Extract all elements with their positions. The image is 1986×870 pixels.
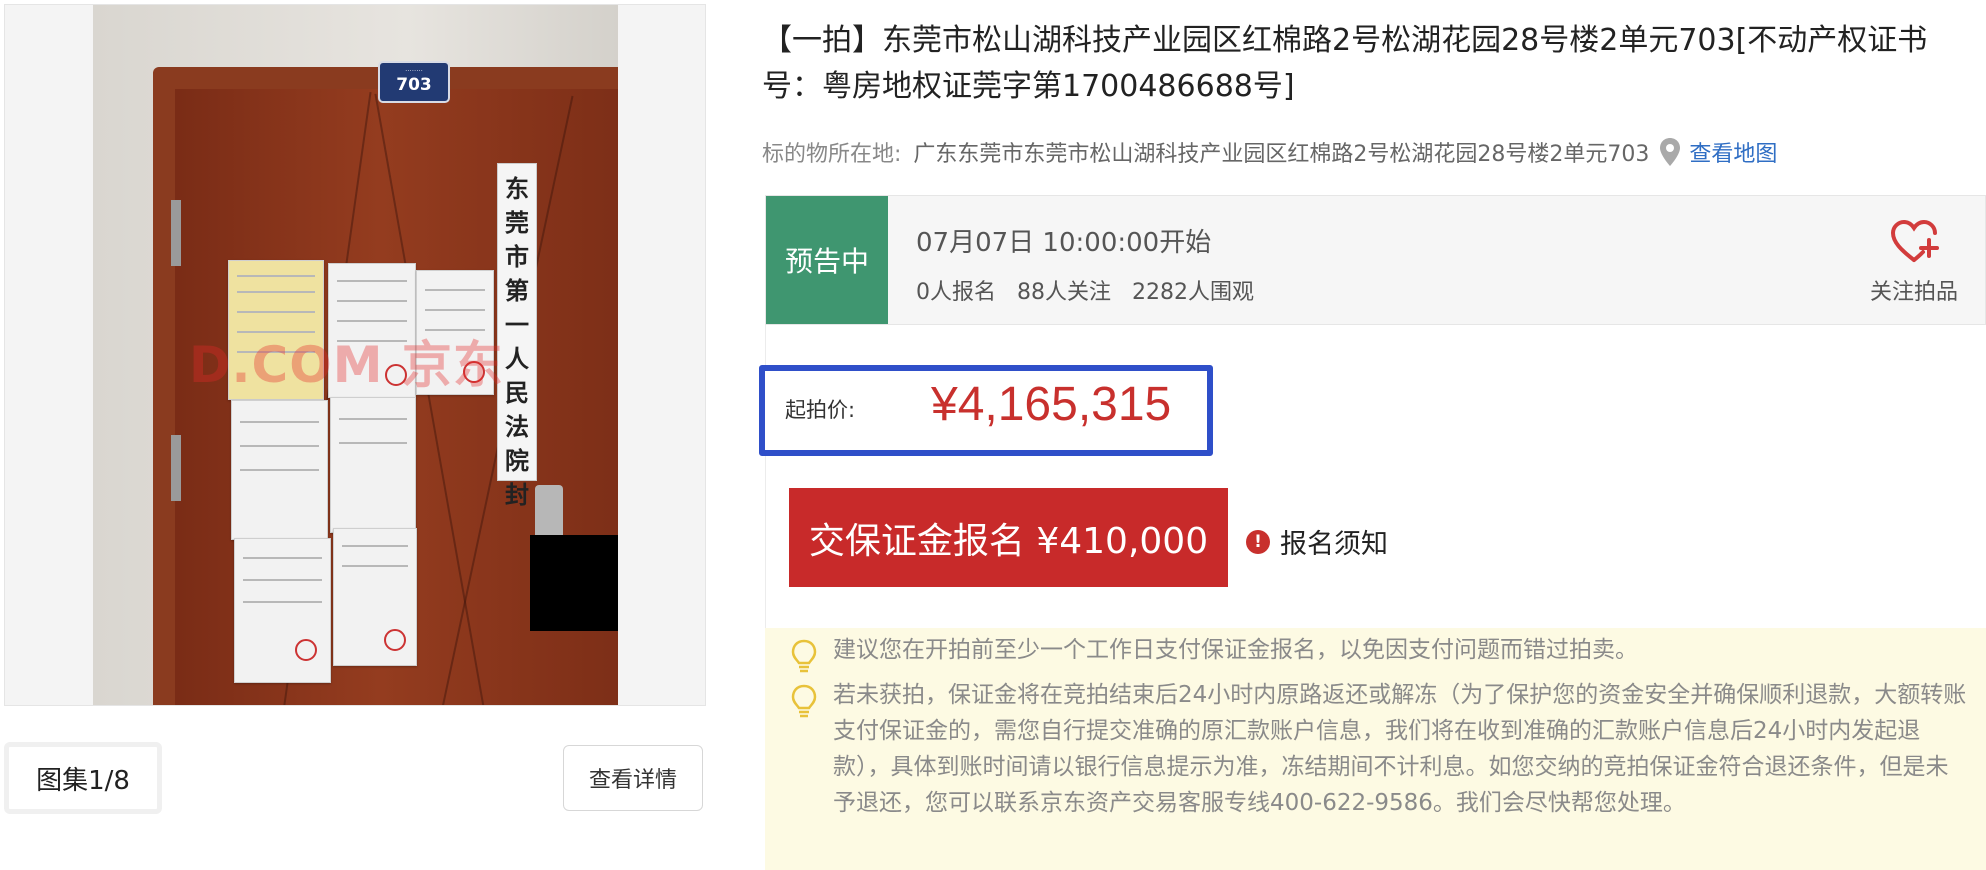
starting-price-box: 起拍价: ¥4,165,315 [759, 365, 1213, 456]
door-hinge [171, 435, 181, 501]
redaction-box [530, 535, 618, 631]
view-details-button[interactable]: 查看详情 [563, 745, 703, 811]
notice-paper [330, 397, 416, 533]
follow-label: 关注拍品 [1869, 280, 1958, 305]
door-hinge [171, 200, 181, 266]
notice-paper [231, 400, 328, 540]
auction-photo: ········ 703 东 莞 市 第 一 人 民 法 院 封 D.COM 京… [93, 5, 618, 705]
door-handle [535, 485, 563, 539]
listing-title: 【一拍】东莞市松山湖科技产业园区红棉路2号松湖花园28号楼2单元703[不动产权… [762, 23, 1928, 104]
starting-price-value: ¥4,165,315 [931, 378, 1172, 431]
photo-watermark: D.COM 京东 [189, 336, 504, 394]
view-map-link[interactable]: 查看地图 [1689, 136, 1777, 168]
bulb-icon [791, 684, 817, 718]
plate-number: 703 [396, 75, 432, 95]
tip-item: 建议您在开拍前至少一个工作日支付保证金报名，以免因支付问题而错过拍卖。 [789, 632, 1969, 674]
follower-count: 88人关注 [1017, 280, 1111, 305]
status-badge: 预告中 [766, 196, 888, 324]
stats-row: 0人报名 88人关注 2282人围观 [916, 274, 1268, 306]
door-number-plate: ········ 703 [378, 61, 450, 103]
bulb-icon [791, 639, 817, 673]
registration-notice-label[interactable]: 报名须知 [1280, 522, 1388, 561]
follow-item-button[interactable]: 关注拍品 [1844, 218, 1984, 306]
tips-box: 建议您在开拍前至少一个工作日支付保证金报名，以免因支付问题而错过拍卖。 若未获拍… [765, 628, 1986, 870]
alert-icon: ! [1246, 529, 1270, 554]
registration-notice-link[interactable]: ! 报名须知 [1246, 522, 1388, 561]
gallery-main-image[interactable]: ········ 703 东 莞 市 第 一 人 民 法 院 封 D.COM 京… [4, 4, 706, 706]
location-row: 标的物所在地: 广东东莞市东莞市松山湖科技产业园区红棉路2号松湖花园28号楼2单… [762, 136, 1777, 168]
notice-paper [333, 528, 417, 666]
starting-price-label: 起拍价: [785, 398, 856, 422]
location-value: 广东东莞市东莞市松山湖科技产业园区红棉路2号松湖花园28号楼2单元703 [913, 142, 1650, 167]
registration-count: 0人报名 [916, 280, 996, 305]
tip-text: 若未获拍，保证金将在竞拍结束后24小时内原路返还或解冻（为了保护您的资金安全并确… [833, 682, 1967, 816]
pin-icon [1660, 138, 1681, 166]
location-label: 标的物所在地: [762, 142, 902, 167]
tip-item: 若未获拍，保证金将在竞拍结束后24小时内原路返还或解冻（为了保护您的资金安全并确… [789, 677, 1969, 821]
auction-status-box: 预告中 07月07日 10:00:00开始 0人报名 88人关注 2282人围观… [765, 195, 1986, 325]
court-seal-strip: 东 莞 市 第 一 人 民 法 院 封 [497, 163, 537, 509]
view-count: 2282人围观 [1132, 280, 1254, 305]
heart-plus-icon[interactable] [1889, 218, 1939, 264]
pay-deposit-button[interactable]: 交保证金报名 ¥410,000 [789, 488, 1228, 587]
tip-text: 建议您在开拍前至少一个工作日支付保证金报名，以免因支付问题而错过拍卖。 [833, 637, 1638, 663]
album-counter[interactable]: 图集1/8 [4, 742, 162, 814]
start-time: 07月07日 10:00:00开始 [916, 228, 1212, 258]
notice-paper [234, 538, 331, 683]
